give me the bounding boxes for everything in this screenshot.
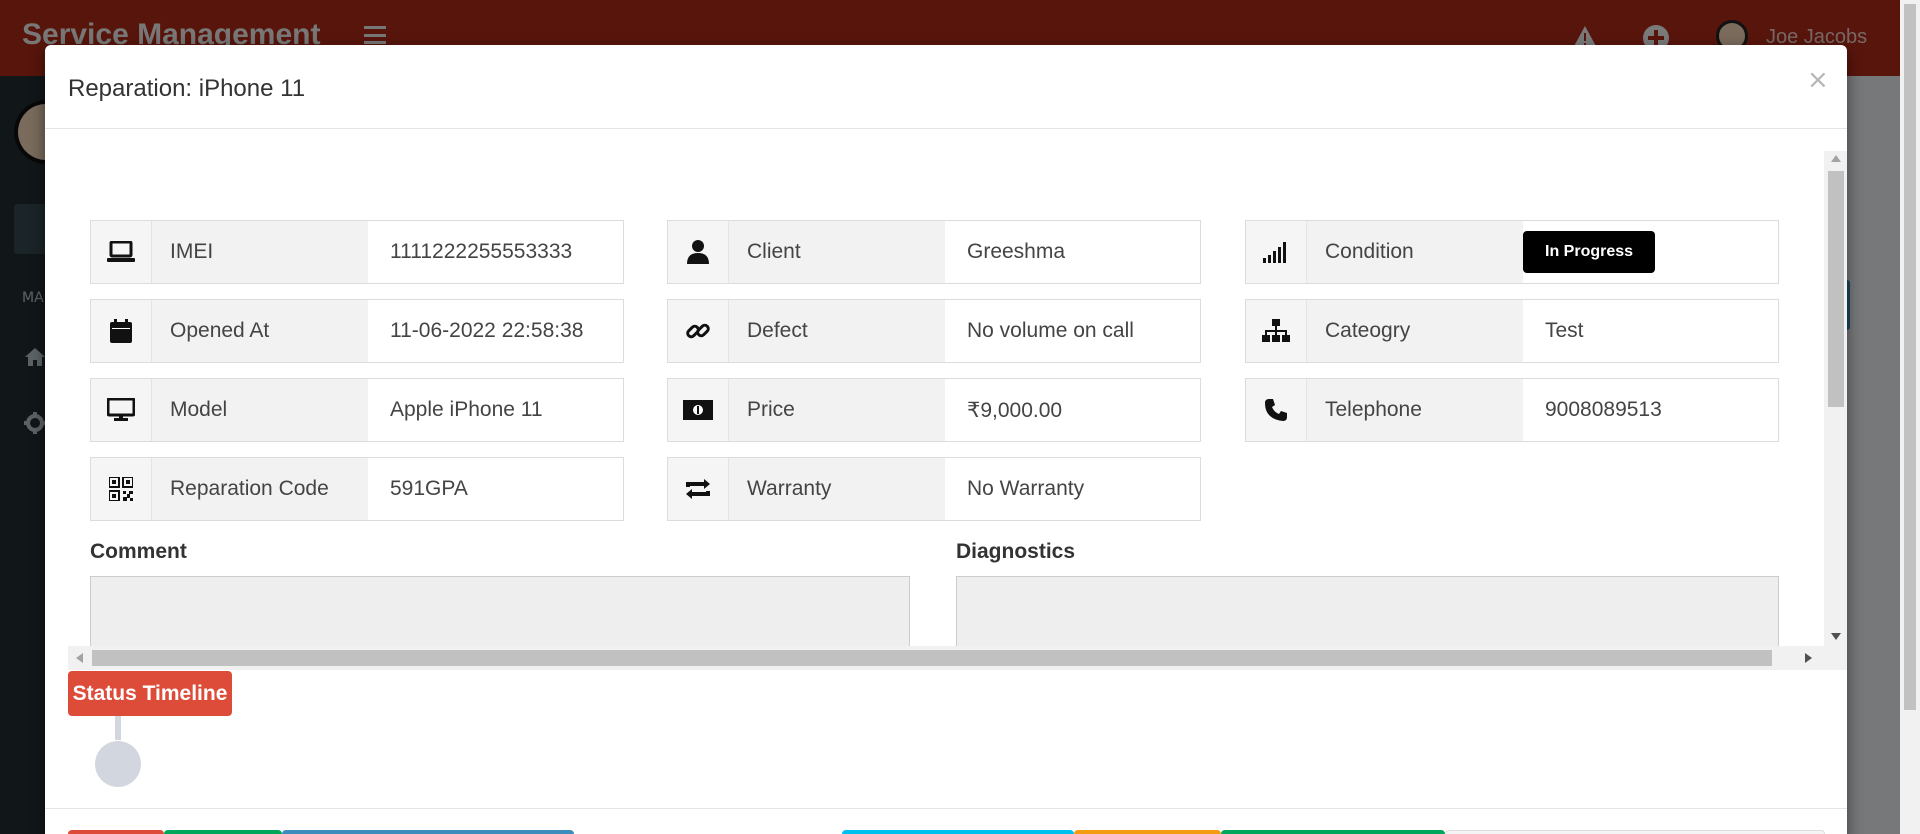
- diagnostics-label: Diagnostics: [956, 540, 1076, 563]
- modal-header: Reparation: iPhone 11 ×: [45, 45, 1847, 129]
- desktop-icon: [91, 379, 152, 441]
- client-value: Greeshma: [967, 240, 1066, 263]
- field-label: Warranty: [729, 458, 945, 520]
- reparation-code-value: 591GPA: [390, 477, 468, 500]
- scroll-up-arrow-icon[interactable]: [1831, 155, 1841, 162]
- field-label: Telephone: [1307, 379, 1523, 441]
- vertical-scrollbar[interactable]: [1824, 151, 1847, 646]
- retweet-icon: [668, 458, 729, 520]
- imei-value: 1111222255553333: [390, 240, 573, 263]
- field-label: Model: [152, 379, 368, 441]
- scroll-down-arrow-icon[interactable]: [1831, 633, 1841, 640]
- status-badge: In Progress: [1523, 231, 1656, 273]
- warranty-value: No Warranty: [967, 477, 1085, 500]
- opened-at-value: 11-06-2022 22:58:38: [390, 319, 584, 342]
- field-defect: Defect No volume on call: [667, 299, 1201, 363]
- field-label: Cateogry: [1307, 300, 1523, 362]
- field-client: Client Greeshma: [667, 220, 1201, 284]
- field-category: Cateogry Test: [1245, 299, 1779, 363]
- field-label: IMEI: [152, 221, 368, 283]
- telephone-value: 9008089513: [1545, 398, 1662, 421]
- field-label: Condition: [1307, 221, 1523, 283]
- field-price: Price ₹9,000.00: [667, 378, 1201, 442]
- scrollbar-thumb[interactable]: [1828, 171, 1844, 407]
- signal-icon: [1246, 221, 1307, 283]
- footer-divider: [45, 808, 1847, 809]
- scroll-right-arrow-icon[interactable]: [1805, 653, 1812, 663]
- diagnostics-textarea[interactable]: [956, 576, 1779, 646]
- status-timeline-label: Status Timeline: [68, 671, 232, 716]
- comment-textarea[interactable]: [90, 576, 910, 646]
- footer-button-green[interactable]: [164, 830, 282, 834]
- calendar-icon: [91, 300, 152, 362]
- category-value: Test: [1545, 319, 1584, 342]
- footer-button-red[interactable]: [68, 830, 164, 834]
- laptop-icon: [91, 221, 152, 283]
- qrcode-icon: [91, 458, 152, 520]
- timeline-dot: [95, 741, 141, 787]
- field-label: Reparation Code: [152, 458, 368, 520]
- defect-value: No volume on call: [967, 319, 1134, 342]
- horizontal-scrollbar[interactable]: [68, 646, 1847, 670]
- user-icon: [668, 221, 729, 283]
- condition-value: In Progress: [1523, 221, 1778, 283]
- modal-title: Reparation: iPhone 11: [68, 75, 306, 102]
- field-label: Client: [729, 221, 945, 283]
- field-telephone: Telephone 9008089513: [1245, 378, 1779, 442]
- price-value: ₹9,000.00: [967, 398, 1063, 422]
- footer-button-aqua[interactable]: [842, 830, 1074, 834]
- sitemap-icon: [1246, 300, 1307, 362]
- page-scrollbar[interactable]: [1900, 0, 1920, 834]
- footer-button-green-2[interactable]: [1221, 830, 1445, 834]
- field-label: Opened At: [152, 300, 368, 362]
- details-content: IMEI 1111222255553333 Client Greeshma Co…: [68, 151, 1824, 646]
- timeline-connector: [115, 716, 121, 740]
- field-condition: Condition In Progress: [1245, 220, 1779, 284]
- scrollbar-thumb[interactable]: [92, 650, 1772, 666]
- scroll-left-arrow-icon[interactable]: [76, 653, 83, 663]
- details-scroll-area[interactable]: IMEI 1111222255553333 Client Greeshma Co…: [68, 151, 1847, 670]
- field-label: Price: [729, 379, 945, 441]
- money-icon: [668, 379, 729, 441]
- reparation-modal: Reparation: iPhone 11 × IMEI 11112222555…: [45, 45, 1847, 834]
- footer-button-orange[interactable]: [1074, 830, 1221, 834]
- phone-icon: [1246, 379, 1307, 441]
- field-label: Defect: [729, 300, 945, 362]
- footer-button-default[interactable]: [1445, 830, 1825, 834]
- footer-button-blue[interactable]: [282, 830, 574, 834]
- field-reparation-code: Reparation Code 591GPA: [90, 457, 624, 521]
- comment-label: Comment: [90, 540, 187, 563]
- field-model: Model Apple iPhone 11: [90, 378, 624, 442]
- model-value: Apple iPhone 11: [390, 398, 543, 421]
- field-imei: IMEI 1111222255553333: [90, 220, 624, 284]
- close-icon[interactable]: ×: [1807, 65, 1829, 95]
- link-icon: [668, 300, 729, 362]
- field-warranty: Warranty No Warranty: [667, 457, 1201, 521]
- field-opened-at: Opened At 11-06-2022 22:58:38: [90, 299, 624, 363]
